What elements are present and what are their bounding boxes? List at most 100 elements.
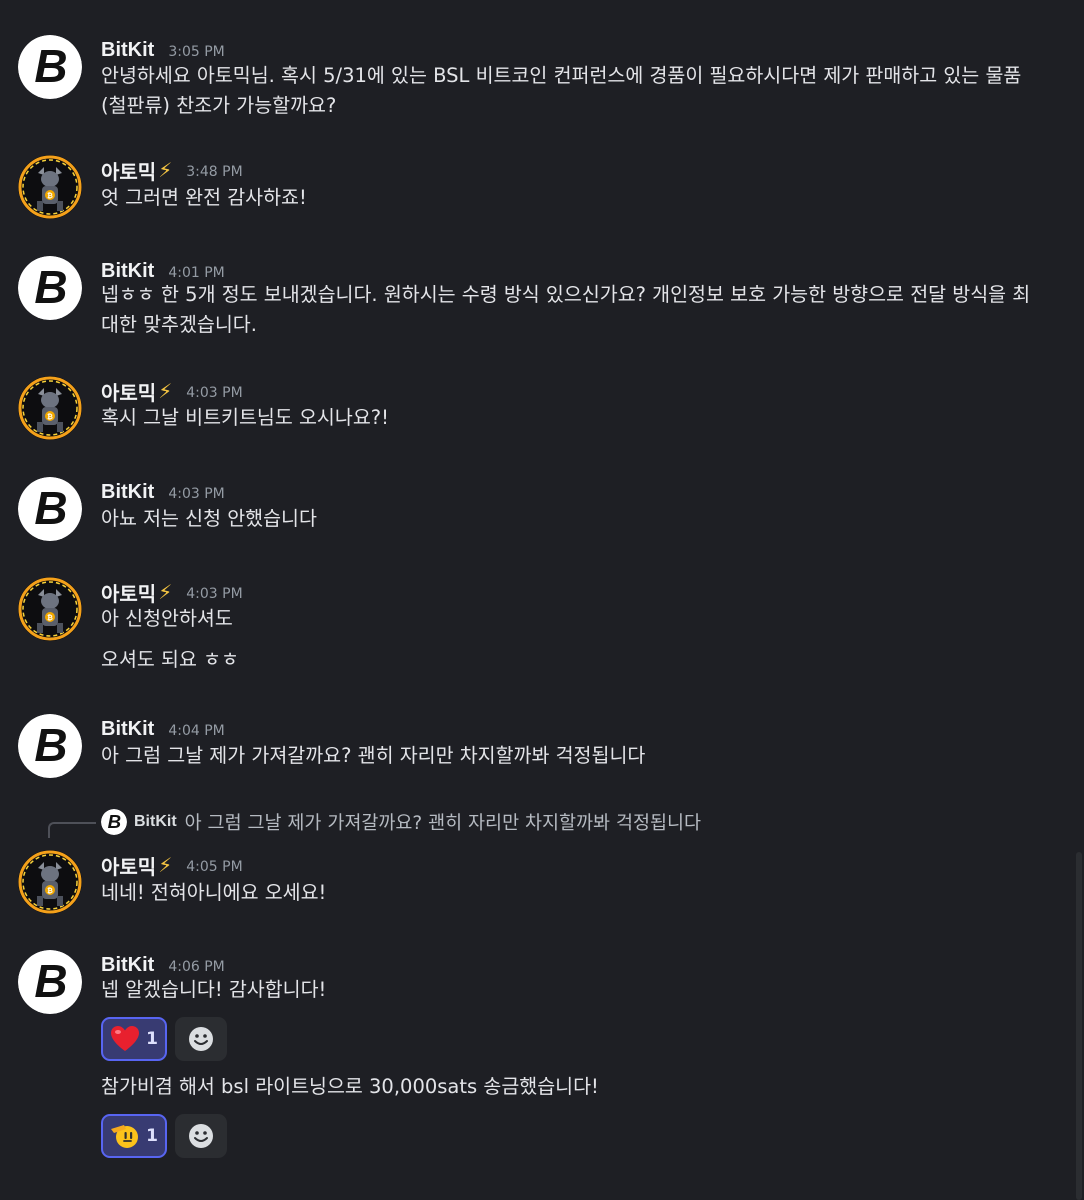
author-name[interactable]: BitKit <box>101 718 154 741</box>
atomic-avatar[interactable]: ₿ <box>18 376 82 440</box>
lightning-icon: ⚡ <box>158 158 173 182</box>
message-followup: 참가비겸 해서 bsl 라이트닝으로 30,000sats 송금했습니다! <box>101 1072 1061 1102</box>
message-text: 넵ㅎㅎ 한 5개 정도 보내겠습니다. 원하시는 수령 방식 있으신가요? 개인… <box>101 280 1061 340</box>
message-text: 네네! 전혀아니에요 오세요! <box>101 878 1061 908</box>
message-line: 네네! 전혀아니에요 오세요! <box>101 881 327 904</box>
reaction-heart[interactable]: 1 <box>101 1017 167 1061</box>
viking-bitcoin-avatar-icon: ₿ <box>18 577 82 641</box>
message-line: 아뇨 저는 신청 안했습니다 <box>101 507 317 530</box>
reaction-bar: 1 <box>101 1017 227 1061</box>
reply-connector <box>48 822 96 838</box>
svg-text:B: B <box>34 40 67 92</box>
bitkit-b-logo-icon: B <box>101 809 127 835</box>
message-group: ₿ 아토믹 ⚡ 4:05 PM 네네! 전혀아니에요 오세요! <box>0 850 1070 920</box>
message-text: 아뇨 저는 신청 안했습니다 <box>101 504 1061 534</box>
message-line: 혹시 그날 비트키트님도 오시나요?! <box>101 406 389 429</box>
timestamp: 4:03 PM <box>168 485 225 502</box>
author-name[interactable]: BitKit <box>101 481 154 504</box>
message-group: B BitKit 3:05 PM 안녕하세요 아토믹님. 혹시 5/31에 있는… <box>0 35 1070 119</box>
lightning-icon: ⚡ <box>158 379 173 403</box>
author-name[interactable]: 아토믹 <box>101 377 156 406</box>
svg-text:B: B <box>34 261 67 313</box>
lightning-icon: ⚡ <box>158 580 173 604</box>
scrollbar[interactable] <box>1076 852 1082 1200</box>
message-header: 아토믹 ⚡ 4:05 PM <box>101 850 243 880</box>
viking-bitcoin-avatar-icon: ₿ <box>18 155 82 219</box>
atomic-avatar[interactable]: ₿ <box>18 577 82 641</box>
bitkit-b-logo-icon: B <box>18 714 82 778</box>
message-text: 안녕하세요 아토믹님. 혹시 5/31에 있는 BSL 비트코인 컨퍼런스에 경… <box>101 61 1061 121</box>
message-group: B BitKit 4:04 PM 아 그럼 그날 제가 가져갈까요? 괜히 자리… <box>0 714 1070 784</box>
bitkit-avatar[interactable]: B <box>18 477 82 541</box>
message-followup: 오셔도 되요 ㅎㅎ <box>101 645 1061 675</box>
message-line: 엇 그러면 완전 감사하죠! <box>101 186 307 209</box>
viking-bitcoin-avatar-icon: ₿ <box>18 376 82 440</box>
message-line: 아 신청안하셔도 <box>101 607 233 630</box>
bitkit-b-logo-icon: B <box>18 256 82 320</box>
reaction-count: 1 <box>146 1029 158 1049</box>
message-header: BitKit 4:04 PM <box>101 714 225 744</box>
add-reaction-button[interactable] <box>175 1114 227 1158</box>
bitkit-b-logo-icon: B <box>18 950 82 1014</box>
message-line: 참가비겸 해서 bsl 라이트닝으로 30,000sats 송금했습니다! <box>101 1075 599 1098</box>
bitkit-avatar: B <box>101 809 127 835</box>
message-text: 넵 알겠습니다! 감사합니다! <box>101 975 1061 1005</box>
smiley-add-reaction-icon <box>189 1124 213 1148</box>
smiley-add-reaction-icon <box>189 1027 213 1051</box>
viking-bitcoin-avatar-icon: ₿ <box>18 850 82 914</box>
message-header: 아토믹 ⚡ 3:48 PM <box>101 155 243 185</box>
reaction-salute[interactable]: 1 <box>101 1114 167 1158</box>
author-name[interactable]: 아토믹 <box>101 578 156 607</box>
author-name[interactable]: BitKit <box>101 39 154 62</box>
message-line: 오셔도 되요 ㅎㅎ <box>101 648 239 671</box>
message-line: 안녕하세요 아토믹님. 혹시 5/31에 있는 BSL 비트코인 컨퍼런스에 경… <box>101 64 1022 87</box>
author-name[interactable]: BitKit <box>101 954 154 977</box>
atomic-avatar[interactable]: ₿ <box>18 850 82 914</box>
message-line: 넵 알겠습니다! 감사합니다! <box>101 978 327 1001</box>
svg-text:₿: ₿ <box>47 887 53 895</box>
timestamp: 4:03 PM <box>186 384 243 401</box>
message-text: 혹시 그날 비트키트님도 오시나요?! <box>101 403 1061 433</box>
message-text: 엇 그러면 완전 감사하죠! <box>101 183 1061 213</box>
author-name[interactable]: 아토믹 <box>101 851 156 880</box>
svg-text:B: B <box>34 955 67 1007</box>
timestamp: 3:48 PM <box>186 163 243 180</box>
message-line: 대한 맞추겠습니다. <box>101 313 257 336</box>
timestamp: 4:05 PM <box>186 858 243 875</box>
add-reaction-button[interactable] <box>175 1017 227 1061</box>
svg-text:B: B <box>108 811 121 832</box>
reply-reference[interactable]: B BitKit 아 그럼 그날 제가 가져갈까요? 괜히 자리만 차지할까봐 … <box>101 809 701 835</box>
reply-text: 아 그럼 그날 제가 가져갈까요? 괜히 자리만 차지할까봐 걱정됩니다 <box>184 813 702 834</box>
bitkit-avatar[interactable]: B <box>18 714 82 778</box>
timestamp: 4:06 PM <box>168 958 225 975</box>
chat-message-list[interactable]: B BitKit 3:05 PM 안녕하세요 아토믹님. 혹시 5/31에 있는… <box>0 0 1084 1200</box>
message-group: B BitKit 4:03 PM 아뇨 저는 신청 안했습니다 <box>0 477 1070 547</box>
message-group: B BitKit 4:01 PM 넵ㅎㅎ 한 5개 정도 보내겠습니다. 원하시… <box>0 256 1070 340</box>
svg-text:₿: ₿ <box>47 192 53 200</box>
message-line: (철판류) 찬조가 가능할까요? <box>101 94 337 117</box>
message-header: 아토믹 ⚡ 4:03 PM <box>101 376 243 406</box>
author-name[interactable]: 아토믹 <box>101 156 156 185</box>
message-header: BitKit 4:03 PM <box>101 477 225 507</box>
reaction-bar: 1 <box>101 1114 227 1158</box>
message-header: 아토믹 ⚡ 4:03 PM <box>101 577 243 607</box>
lightning-icon: ⚡ <box>158 853 173 877</box>
message-group: ₿ 아토믹 ⚡ 4:03 PM 아 신청안하셔도 오셔도 되요 ㅎㅎ <box>0 577 1070 677</box>
svg-text:₿: ₿ <box>47 614 53 622</box>
svg-text:B: B <box>34 719 67 771</box>
svg-text:B: B <box>34 482 67 534</box>
bitkit-avatar[interactable]: B <box>18 35 82 99</box>
bitkit-avatar[interactable]: B <box>18 950 82 1014</box>
bitkit-b-logo-icon: B <box>18 35 82 99</box>
message-line: 넵ㅎㅎ 한 5개 정도 보내겠습니다. 원하시는 수령 방식 있으신가요? 개인… <box>101 283 1031 306</box>
bitkit-avatar[interactable]: B <box>18 256 82 320</box>
atomic-avatar[interactable]: ₿ <box>18 155 82 219</box>
message-group: B BitKit 4:06 PM 넵 알겠습니다! 감사합니다! 1 참가비겸 … <box>0 950 1070 1165</box>
reply-author: BitKit <box>134 813 177 830</box>
timestamp: 4:04 PM <box>168 722 225 739</box>
timestamp: 4:01 PM <box>168 264 225 281</box>
message-text: 아 신청안하셔도 <box>101 604 1061 634</box>
message-line: 아 그럼 그날 제가 가져갈까요? 괜히 자리만 차지할까봐 걱정됩니다 <box>101 744 646 767</box>
svg-text:₿: ₿ <box>47 413 53 421</box>
message-group: ₿ 아토믹 ⚡ 4:03 PM 혹시 그날 비트키트님도 오시나요?! <box>0 376 1070 446</box>
